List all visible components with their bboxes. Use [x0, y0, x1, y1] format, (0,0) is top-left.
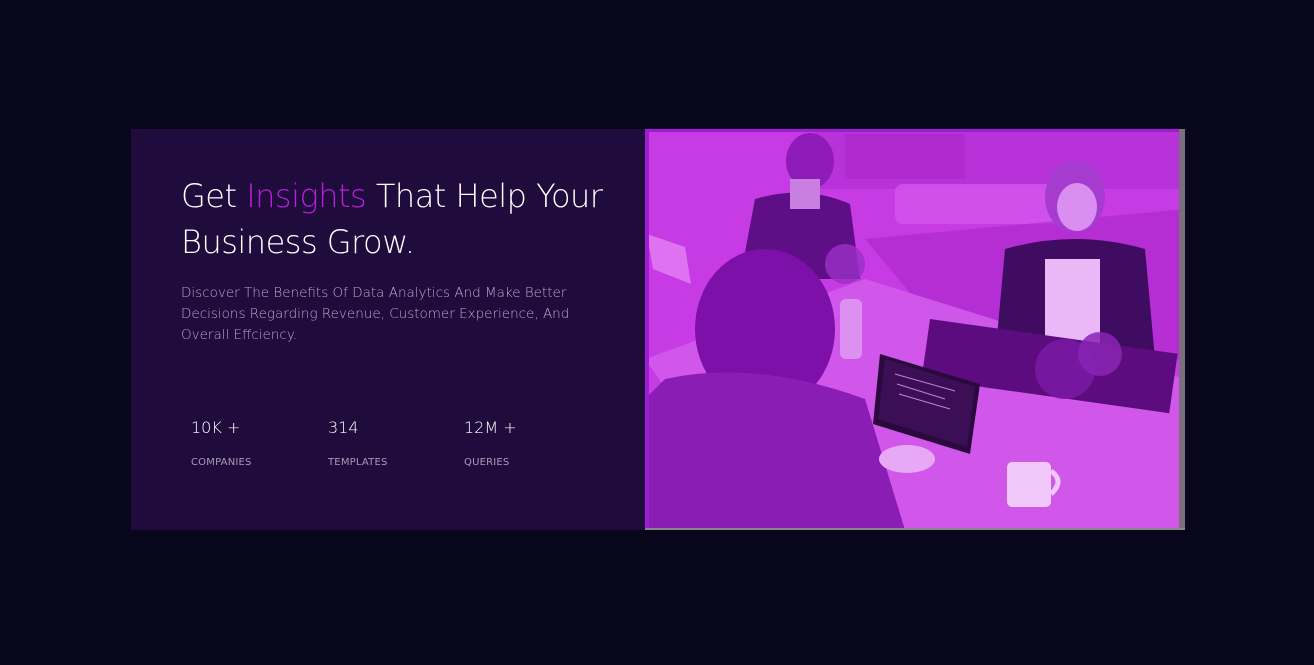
- stat-value: 12M +: [464, 418, 517, 437]
- stat-value: 314: [328, 418, 359, 437]
- stat-value: 10K +: [191, 418, 241, 437]
- photo-right-edge: [1179, 129, 1185, 530]
- stat-queries: 12M + QUERIES: [464, 417, 584, 469]
- headline-part1: Get: [181, 177, 247, 215]
- headline-accent: Insights: [246, 177, 367, 215]
- stat-templates: 314 TEMPLATES: [328, 417, 448, 469]
- photo-illustration: [645, 129, 1185, 530]
- photo-bottom-edge: [645, 528, 1185, 530]
- stats-row: 10K + COMPANIES 314 TEMPLATES 12M + QUER…: [191, 417, 611, 477]
- hero-text-panel: Get Insights That Help Your Business Gro…: [131, 129, 645, 530]
- team-meeting-photo: [645, 129, 1185, 530]
- stat-label: QUERIES: [464, 457, 510, 468]
- hero-card: Get Insights That Help Your Business Gro…: [131, 129, 1185, 530]
- photo-top-edge: [645, 129, 1185, 132]
- hero-description: Discover The Benefits Of Data Analytics …: [181, 285, 570, 343]
- stat-label: COMPANIES: [191, 457, 252, 468]
- hero-headline: Get Insights That Help Your Business Gro…: [181, 173, 621, 265]
- photo-left-edge: [645, 129, 649, 530]
- stat-label: TEMPLATES: [328, 457, 388, 468]
- stat-companies: 10K + COMPANIES: [191, 417, 311, 469]
